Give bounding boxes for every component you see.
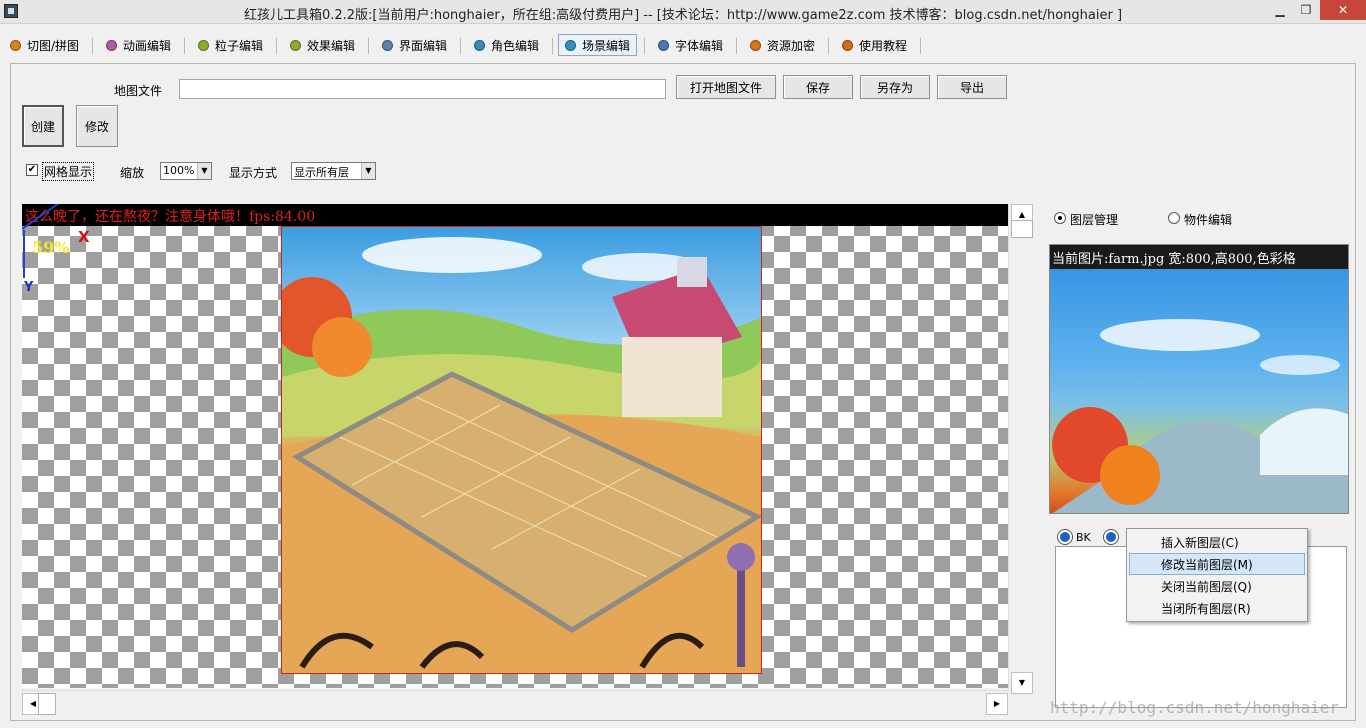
tab-icon [106,39,117,51]
scroll-down-button[interactable]: ▼ [1011,672,1033,694]
menu-close-all-layers[interactable]: 当闭所有图层(R) [1129,597,1305,619]
zoom-value: 100% [163,164,195,177]
tab-divider [736,38,737,54]
image-preview: 当前图片:farm.jpg 宽:800,高800,色彩格 [1049,244,1349,514]
farm-scene-image[interactable] [281,226,762,674]
maximize-button[interactable]: ❐ [1292,0,1320,20]
vertical-scroll-thumb[interactable] [1011,220,1033,238]
y-axis-label: Y [24,280,34,295]
scroll-right-button[interactable]: ▶ [986,693,1008,715]
tab-divider [920,38,921,54]
tab-label: 界面编辑 [399,38,448,53]
tab-label: 资源加密 [767,38,816,53]
tab-label: 动画编辑 [123,38,172,53]
preview-illustration [1052,319,1348,513]
menu-close-layer[interactable]: 关闭当前图层(Q) [1129,575,1305,597]
tab-label: 效果编辑 [307,38,356,53]
tab-effect[interactable]: 效果编辑 [284,34,361,56]
tab-label: 字体编辑 [675,38,724,53]
zoom-indicator: 59% [32,238,70,257]
create-button[interactable]: 创建 [22,105,64,147]
viewport-horizontal-scrollbar[interactable]: ◀ ▶ [22,690,1008,716]
tab-divider [184,38,185,54]
tab-icon [750,39,761,51]
tab-divider [276,38,277,54]
grid-checkbox[interactable]: ✔ [26,164,38,176]
window-title: 红孩儿工具箱0.2.2版:[当前用户:honghaier，所在组:高级付费用户]… [243,8,1123,23]
tab-divider [460,38,461,54]
chevron-down-icon: ▼ [197,163,211,179]
y-axis-line [23,230,25,278]
save-button[interactable]: 保存 [783,75,853,99]
tab-divider [552,38,553,54]
layer-mode-radio[interactable] [1054,212,1066,224]
tab-label: 使用教程 [859,38,908,53]
tab-ui[interactable]: 界面编辑 [376,34,453,56]
tab-icon [658,39,669,51]
layer-tab-2[interactable] [1104,528,1122,546]
minimize-button[interactable]: ▁ [1266,0,1294,20]
zoom-select[interactable]: 100% ▼ [160,162,212,180]
scene-viewport[interactable]: 这么晚了，还在熬夜？注意身体哦！fps:84.00 59% X Y [22,204,1008,688]
preview-caption: 当前图片:farm.jpg 宽:800,高800,色彩格 [1050,245,1348,269]
magnifier-icon [1058,530,1072,544]
tab-icon [842,39,853,51]
grid-label: 网格显示 [42,162,95,181]
farm-scene-illustration [282,237,761,673]
watermark: http://blog.csdn.net/honghaier [1050,698,1339,717]
tab-tutorial[interactable]: 使用教程 [836,34,913,56]
map-file-label: 地图文件 [114,84,163,98]
layer-tab-bk[interactable]: BK [1058,528,1091,546]
display-mode-value: 显示所有层 [294,166,349,179]
tab-scene[interactable]: 场景编辑 [558,34,638,56]
tab-label: 场景编辑 [582,38,631,53]
tab-icon [382,39,393,51]
object-mode-label: 物件编辑 [1184,213,1233,227]
tab-divider [828,38,829,54]
tab-encrypt[interactable]: 资源加密 [744,34,821,56]
modify-button[interactable]: 修改 [76,105,118,147]
chevron-down-icon: ▼ [361,163,375,179]
layer-mode-label: 图层管理 [1070,213,1119,227]
status-fps-bar: 这么晚了，还在熬夜？注意身体哦！fps:84.00 [22,204,1008,226]
tab-label: 粒子编辑 [215,38,264,53]
tab-icon [198,39,209,51]
tab-label: 切图/拼图 [27,38,80,53]
export-button[interactable]: 导出 [937,75,1007,99]
tab-animation[interactable]: 动画编辑 [100,34,177,56]
open-map-button[interactable]: 打开地图文件 [676,75,776,99]
tab-icon [565,39,576,51]
display-mode-select[interactable]: 显示所有层 ▼ [291,162,376,180]
tab-particle[interactable]: 粒子编辑 [192,34,269,56]
close-button[interactable]: ✕ [1320,0,1366,20]
map-file-input[interactable] [179,79,666,99]
tab-icon [290,39,301,51]
viewport-vertical-scrollbar[interactable]: ▲ ▼ [1008,204,1034,694]
display-mode-label: 显示方式 [229,166,278,180]
object-mode-radio[interactable] [1168,212,1180,224]
tab-divider [644,38,645,54]
x-axis-label: X [78,228,90,246]
tool-tabs: 切图/拼图 动画编辑 粒子编辑 效果编辑 界面编辑 角色编辑 场景编辑 字体编辑… [0,32,1366,58]
tab-slice[interactable]: 切图/拼图 [4,34,85,56]
zoom-label: 缩放 [120,166,145,180]
layer-tab-label: BK [1076,530,1091,544]
tab-label: 角色编辑 [491,38,540,53]
tab-icon [10,39,21,51]
layer-context-menu: 插入新图层(C) 修改当前图层(M) 关闭当前图层(Q) 当闭所有图层(R) [1126,528,1308,622]
tab-divider [368,38,369,54]
tab-icon [474,39,485,51]
horizontal-scroll-thumb[interactable] [38,693,56,715]
magnifier-icon [1104,530,1118,544]
save-as-button[interactable]: 另存为 [860,75,930,99]
tab-font[interactable]: 字体编辑 [652,34,729,56]
menu-insert-layer[interactable]: 插入新图层(C) [1129,531,1305,553]
tab-character[interactable]: 角色编辑 [468,34,545,56]
title-bar: 红孩儿工具箱0.2.2版:[当前用户:honghaier，所在组:高级付费用户]… [0,0,1366,24]
tab-divider [92,38,93,54]
menu-modify-layer[interactable]: 修改当前图层(M) [1129,553,1305,575]
